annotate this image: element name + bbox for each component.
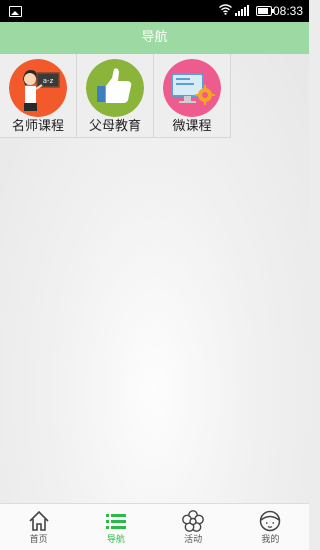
grid-item-label: 微课程 [172, 119, 212, 134]
bottom-nav: 首页 导航 活动 我的 [0, 503, 309, 550]
grid-item-label: 名师课程 [11, 119, 64, 134]
nav-label: 我的 [261, 535, 280, 545]
thumbs-up-icon [86, 59, 144, 117]
status-time: 08:33 [273, 4, 304, 18]
list-icon [105, 514, 126, 529]
nav-label: 首页 [29, 535, 48, 545]
nav-item-mine[interactable]: 我的 [232, 504, 309, 550]
monitor-gear-icon [163, 59, 221, 117]
flower-icon [182, 510, 205, 532]
grid-item-label: 父母教育 [88, 119, 141, 134]
nav-label: 活动 [184, 535, 203, 545]
nav-label: 导航 [106, 535, 125, 545]
svg-text:a-z: a-z [43, 77, 54, 85]
page-title: 导航 [141, 30, 168, 45]
main-content: a-z 名师课程 父母教育 微课程 [0, 54, 309, 503]
battery-icon [256, 6, 274, 16]
header-bar: 导航 [0, 22, 309, 54]
home-icon [29, 510, 49, 531]
signal-icon [235, 5, 249, 16]
wifi-icon [219, 4, 232, 15]
grid-item-parent-education[interactable]: 父母教育 [77, 54, 154, 138]
status-bar: 08:33 [0, 0, 309, 22]
teacher-icon: a-z [9, 59, 67, 117]
course-grid: a-z 名师课程 父母教育 微课程 [0, 54, 231, 138]
gallery-icon [9, 6, 22, 17]
grid-item-famous-teacher-course[interactable]: a-z 名师课程 [0, 54, 77, 138]
grid-item-micro-course[interactable]: 微课程 [154, 54, 231, 138]
nav-item-navigation[interactable]: 导航 [77, 504, 154, 550]
nav-item-home[interactable]: 首页 [0, 504, 77, 550]
nav-item-activities[interactable]: 活动 [155, 504, 232, 550]
face-icon [260, 510, 281, 532]
